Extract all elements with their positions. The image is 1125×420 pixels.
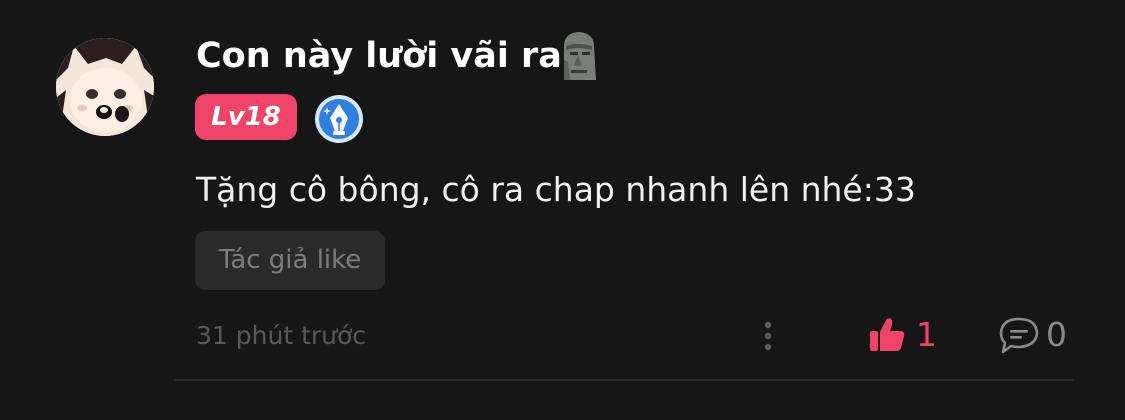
- more-dots-icon: [764, 321, 772, 351]
- reply-count: 0: [1046, 315, 1067, 354]
- comment-item: Con này lười vãi ra Lv18 Tặng cô bông, c…: [0, 0, 1125, 420]
- moai-icon: [556, 30, 600, 82]
- username[interactable]: Con này lười vãi ra: [196, 34, 562, 78]
- author-like-tag: Tác giả like: [195, 231, 385, 290]
- like-button[interactable]: 1: [868, 314, 937, 356]
- pen-nib-badge-icon: [314, 94, 364, 144]
- more-options-button[interactable]: [754, 318, 782, 354]
- timestamp: 31 phút trước: [196, 321, 367, 350]
- comment-text: Tặng cô bông, cô ra chap nhanh lên nhé:3…: [196, 170, 916, 209]
- reply-button[interactable]: 0: [998, 314, 1067, 356]
- avatar[interactable]: [56, 38, 154, 136]
- level-badge: Lv18: [195, 94, 297, 140]
- like-count: 1: [916, 315, 937, 354]
- divider: [174, 379, 1074, 381]
- comment-bubble-icon: [999, 317, 1039, 354]
- thumbs-up-icon: [870, 318, 905, 351]
